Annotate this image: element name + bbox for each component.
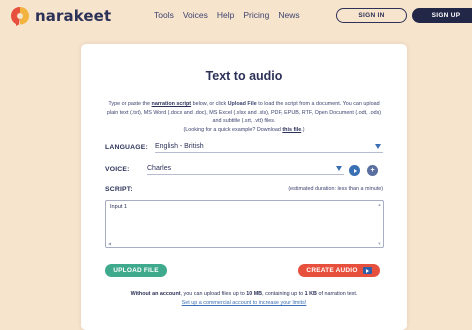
play-icon bbox=[353, 168, 357, 173]
voice-select[interactable]: Charles bbox=[147, 162, 344, 175]
example-file-link[interactable]: this file bbox=[282, 127, 301, 133]
add-voice-button[interactable]: + bbox=[367, 165, 378, 176]
create-audio-label: CREATE AUDIO bbox=[306, 267, 358, 274]
scroll-down-icon[interactable]: ▼ bbox=[377, 241, 382, 246]
estimated-duration: (estimated duration: less than a minute) bbox=[288, 186, 383, 192]
top-header: narakeet Tools Voices Help Pricing News … bbox=[0, 0, 472, 34]
nav-news[interactable]: News bbox=[278, 10, 299, 20]
textarea-scrollbar[interactable]: ▲ ▼ bbox=[377, 202, 382, 246]
description-text: .) bbox=[301, 126, 305, 133]
description: Type or paste the narration script below… bbox=[105, 100, 383, 134]
note-text: of narration text. bbox=[316, 291, 358, 297]
language-value: English - British bbox=[155, 142, 204, 150]
play-icon bbox=[362, 267, 372, 274]
upload-file-button[interactable]: UPLOAD FILE bbox=[105, 264, 167, 277]
description-text: (Looking for a quick example? Download bbox=[183, 126, 283, 133]
scroll-up-icon[interactable]: ▲ bbox=[377, 202, 382, 207]
script-label: SCRIPT: bbox=[105, 186, 133, 193]
note-text: , containing up to bbox=[262, 291, 305, 297]
page-title: Text to audio bbox=[205, 69, 283, 83]
description-text: Type or paste the bbox=[108, 101, 152, 107]
nav-pricing[interactable]: Pricing bbox=[243, 10, 269, 20]
commercial-account-link[interactable]: Set up a commercial account to increase … bbox=[182, 300, 307, 306]
upload-file-emphasis: Upload File bbox=[227, 101, 257, 107]
voice-label: VOICE: bbox=[105, 166, 130, 173]
nav-voices[interactable]: Voices bbox=[183, 10, 208, 20]
sign-up-button[interactable]: SIGN UP bbox=[412, 8, 472, 23]
size-limit: 10 MB bbox=[246, 291, 263, 297]
preview-voice-button[interactable] bbox=[349, 165, 360, 176]
logo-link[interactable]: narakeet bbox=[9, 5, 111, 27]
chevron-down-icon bbox=[375, 143, 381, 149]
nav-help[interactable]: Help bbox=[217, 10, 234, 20]
create-audio-button[interactable]: CREATE AUDIO bbox=[298, 264, 380, 277]
no-account-emphasis: Without an account bbox=[130, 291, 181, 297]
text-to-audio-card: Text to audio Type or paste the narratio… bbox=[81, 44, 407, 330]
narakeet-logo-icon bbox=[11, 7, 29, 26]
scroll-left-icon[interactable]: ◀ bbox=[108, 241, 111, 246]
note-text: , you can upload files up to bbox=[180, 291, 247, 297]
main-nav: Tools Voices Help Pricing News bbox=[154, 10, 300, 20]
chevron-down-icon bbox=[336, 165, 342, 171]
logo-text: narakeet bbox=[35, 7, 112, 25]
language-label: LANGUAGE: bbox=[105, 144, 148, 151]
nav-tools[interactable]: Tools bbox=[154, 10, 174, 20]
plus-icon: + bbox=[370, 167, 375, 174]
script-textarea[interactable]: Input 1 bbox=[105, 200, 384, 248]
language-select[interactable]: English - British bbox=[155, 140, 383, 153]
voice-value: Charles bbox=[147, 164, 172, 172]
account-limit-note: Without an account, you can upload files… bbox=[81, 290, 407, 308]
text-limit: 1 KB bbox=[304, 291, 317, 297]
narration-script-link[interactable]: narration script bbox=[152, 101, 192, 107]
description-text: below, or click bbox=[191, 101, 228, 107]
sign-in-button[interactable]: SIGN IN bbox=[336, 8, 407, 23]
